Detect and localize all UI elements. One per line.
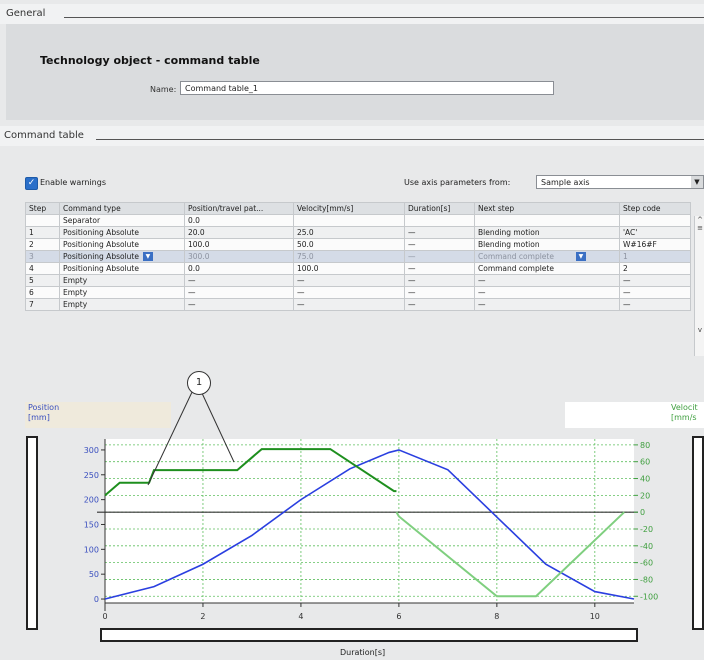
y-left-tick-label: 50 bbox=[89, 570, 99, 579]
y-left-tick-label: 200 bbox=[84, 496, 99, 505]
x-tick-label: 2 bbox=[200, 612, 205, 621]
x-tick-label: 8 bbox=[494, 612, 499, 621]
y-right-tick-label: -80 bbox=[640, 575, 653, 584]
motion-profile-chart: 050100150200250300806040200-20-40-60-80-… bbox=[84, 389, 658, 621]
x-tick-label: 10 bbox=[590, 612, 600, 621]
y-right-tick-label: -100 bbox=[640, 592, 658, 601]
y-right-tick-label: -40 bbox=[640, 542, 653, 551]
y-right-tick-label: -60 bbox=[640, 559, 653, 568]
x-tick-label: 4 bbox=[298, 612, 303, 621]
y-left-tick-label: 100 bbox=[84, 545, 99, 554]
x-tick-label: 0 bbox=[102, 612, 107, 621]
y-left-tick-label: 150 bbox=[84, 520, 99, 529]
y-left-tick-label: 0 bbox=[94, 595, 99, 604]
y-right-tick-label: 60 bbox=[640, 458, 650, 467]
y-right-tick-label: -20 bbox=[640, 525, 653, 534]
y-left-tick-label: 300 bbox=[84, 446, 99, 455]
x-tick-label: 6 bbox=[396, 612, 401, 621]
y-right-tick-label: 20 bbox=[640, 491, 650, 500]
y-right-tick-label: 0 bbox=[640, 508, 645, 517]
y-right-tick-label: 40 bbox=[640, 475, 650, 484]
y-right-tick-label: 80 bbox=[640, 441, 650, 450]
y-left-tick-label: 250 bbox=[84, 471, 99, 480]
callout-marker: 1 bbox=[187, 371, 211, 395]
